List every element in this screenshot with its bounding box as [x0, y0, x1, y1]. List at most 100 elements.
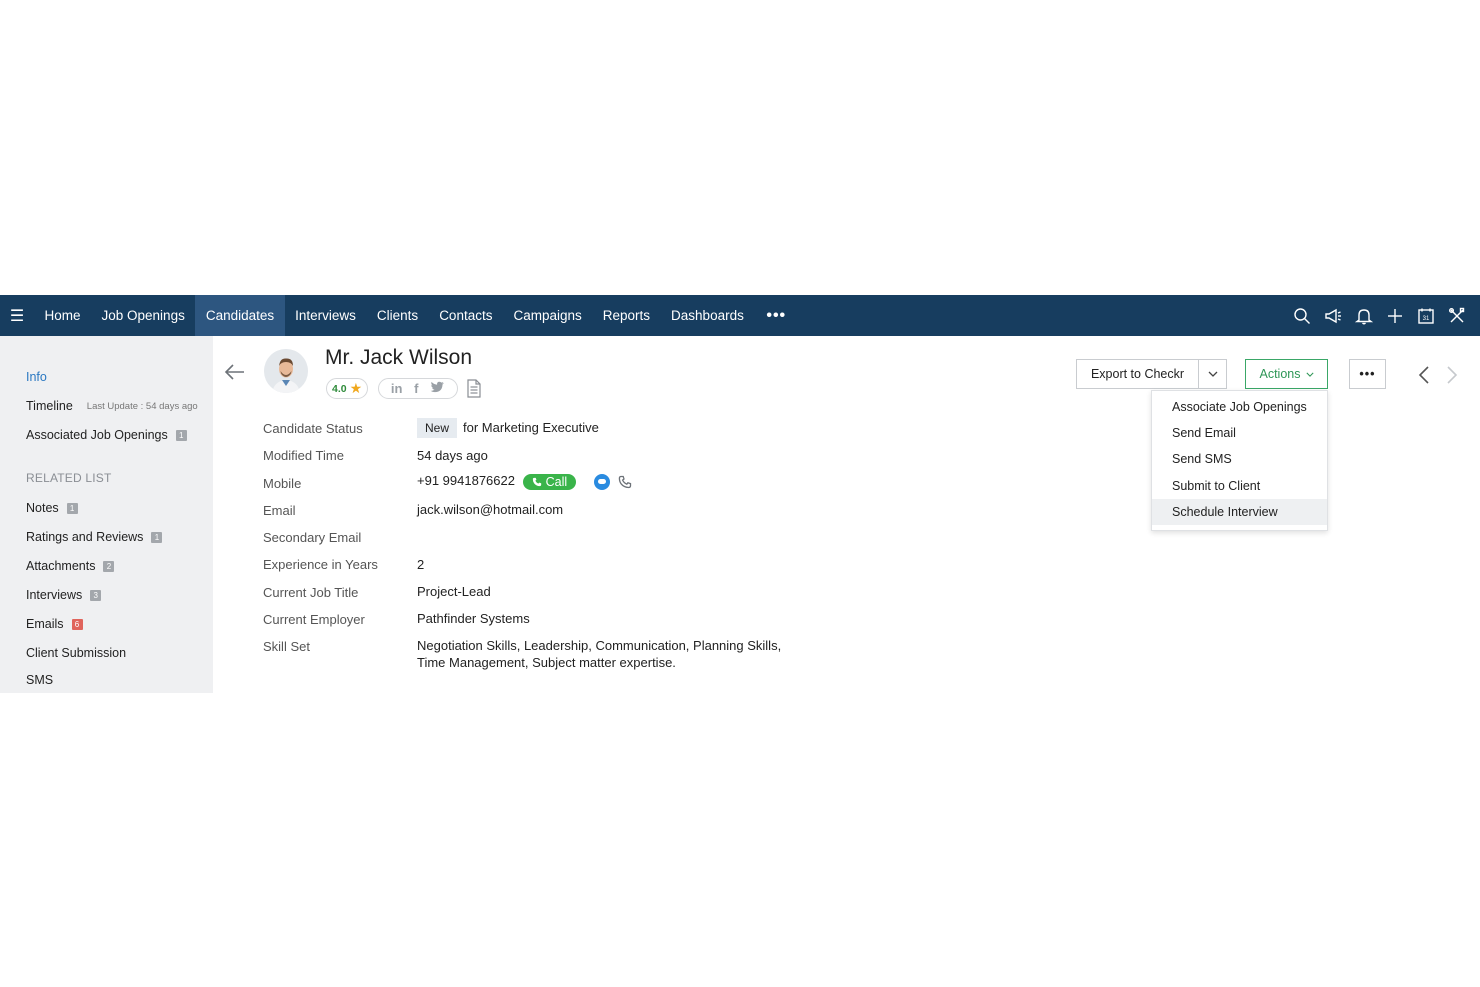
tab-job-openings[interactable]: Job Openings [91, 295, 195, 336]
count-badge: 1 [175, 429, 187, 441]
linkedin-icon[interactable]: in [391, 381, 403, 396]
sidebar-item-sms[interactable]: SMS [26, 673, 53, 687]
export-dropdown-button[interactable] [1198, 359, 1227, 389]
rating-value: 4.0 [332, 382, 347, 395]
more-options-button[interactable]: ••• [1349, 359, 1386, 389]
sidebar-item-emails[interactable]: Emails 6 [26, 617, 83, 631]
current-employer-value: Pathfinder Systems [417, 611, 530, 626]
experience-value: 2 [417, 557, 425, 572]
mobile-value: +91 9941876622 Call [417, 473, 632, 490]
sidebar-item-label: Ratings and Reviews [26, 530, 144, 544]
count-badge: 3 [90, 589, 102, 601]
menu-item-send-sms[interactable]: Send SMS [1152, 446, 1327, 472]
skill-set-line-1: Negotiation Skills, Leadership, Communic… [417, 638, 782, 653]
top-navigation-bar: ☰ Home Job Openings Candidates Interview… [0, 295, 1480, 336]
rating-badge[interactable]: 4.0 ★ [326, 378, 369, 399]
chevron-down-icon [1208, 371, 1217, 377]
menu-item-associate-job-openings[interactable]: Associate Job Openings [1152, 394, 1327, 420]
tools-icon[interactable] [1448, 307, 1466, 325]
nav-more-button[interactable]: ••• [754, 295, 798, 336]
twitter-icon[interactable] [430, 381, 445, 397]
modified-time-label: Modified Time [263, 448, 344, 463]
phone-icon[interactable] [618, 475, 632, 489]
sidebar-item-label: Notes [26, 501, 59, 515]
menu-icon[interactable]: ☰ [0, 295, 34, 336]
candidate-status-value: New for Marketing Executive [417, 418, 599, 438]
secondary-email-label: Secondary Email [263, 530, 362, 545]
skill-set-label: Skill Set [263, 639, 310, 654]
experience-label: Experience in Years [263, 557, 378, 572]
related-list-heading: RELATED LIST [26, 471, 112, 485]
status-badge: New [417, 418, 458, 438]
call-label: Call [545, 474, 568, 489]
sidebar-item-label: Interviews [26, 588, 83, 602]
count-badge: 1 [66, 502, 78, 514]
sidebar-item-interviews[interactable]: Interviews 3 [26, 588, 102, 602]
current-job-title-value: Project-Lead [417, 584, 491, 599]
current-job-title-label: Current Job Title [263, 585, 359, 600]
chat-icon[interactable] [593, 473, 610, 490]
current-employer-label: Current Employer [263, 612, 365, 627]
sidebar-item-attachments[interactable]: Attachments 2 [26, 559, 115, 573]
sidebar-item-label: Associated Job Openings [26, 428, 168, 442]
export-to-checkr-button[interactable]: Export to Checkr [1076, 359, 1199, 389]
plus-icon[interactable] [1386, 307, 1404, 325]
megaphone-icon[interactable] [1324, 307, 1342, 325]
candidate-name: Mr. Jack Wilson [325, 346, 473, 369]
bell-icon[interactable] [1355, 307, 1373, 325]
email-label: Email [263, 503, 296, 518]
sidebar-item-notes[interactable]: Notes 1 [26, 501, 78, 515]
sidebar-item-label: Attachments [26, 559, 96, 573]
menu-item-submit-to-client[interactable]: Submit to Client [1152, 473, 1327, 499]
count-badge: 6 [71, 618, 83, 630]
last-update-text: Last Update : 54 days ago [86, 400, 198, 412]
menu-item-send-email[interactable]: Send Email [1152, 420, 1327, 446]
candidate-status-label: Candidate Status [263, 421, 363, 436]
actions-label: Actions [1259, 367, 1301, 381]
call-button[interactable]: Call [522, 473, 577, 490]
nav-icon-group: 31 [1293, 295, 1466, 336]
count-badge: 2 [103, 560, 115, 572]
modified-time-value: 54 days ago [417, 448, 488, 463]
facebook-icon[interactable]: f [414, 381, 418, 396]
status-job-text: for Marketing Executive [463, 420, 599, 435]
sidebar-item-associated-job-openings[interactable]: Associated Job Openings 1 [26, 428, 187, 442]
tab-campaigns[interactable]: Campaigns [503, 295, 592, 336]
tab-candidates[interactable]: Candidates [195, 295, 285, 336]
calendar-day: 31 [1423, 316, 1430, 322]
skill-set-line-2: Time Management, Subject matter expertis… [417, 655, 676, 670]
sidebar-item-label: Emails [26, 617, 64, 631]
sidebar-item-timeline[interactable]: Timeline Last Update : 54 days ago [26, 399, 198, 413]
email-value[interactable]: jack.wilson@hotmail.com [417, 502, 563, 517]
resume-document-icon[interactable] [466, 379, 482, 398]
tab-contacts[interactable]: Contacts [429, 295, 503, 336]
sidebar-item-info[interactable]: Info [26, 370, 47, 384]
sidebar-item-client-submission[interactable]: Client Submission [26, 646, 126, 660]
sidebar-item-ratings-and-reviews[interactable]: Ratings and Reviews 1 [26, 530, 163, 544]
actions-button[interactable]: Actions [1245, 359, 1328, 389]
avatar [264, 349, 308, 393]
next-record-icon[interactable] [1445, 365, 1459, 385]
tab-home[interactable]: Home [34, 295, 91, 336]
chevron-down-icon [1305, 372, 1314, 377]
search-icon[interactable] [1293, 307, 1311, 325]
sidebar-item-label: SMS [26, 673, 54, 687]
calendar-icon[interactable]: 31 [1417, 307, 1435, 325]
tab-clients[interactable]: Clients [366, 295, 428, 336]
phone-icon [532, 477, 541, 486]
count-badge: 1 [151, 531, 163, 543]
tab-reports[interactable]: Reports [592, 295, 660, 336]
sidebar-item-label: Info [26, 370, 47, 384]
nav-tabs: Home Job Openings Candidates Interviews … [34, 295, 798, 336]
tab-interviews[interactable]: Interviews [285, 295, 367, 336]
sidebar: Info Timeline Last Update : 54 days ago … [0, 336, 213, 693]
previous-record-icon[interactable] [1417, 365, 1431, 385]
sidebar-item-label: Client Submission [26, 646, 127, 660]
back-arrow-icon[interactable] [224, 362, 246, 382]
sidebar-item-label: Timeline [26, 399, 73, 413]
menu-item-schedule-interview[interactable]: Schedule Interview [1152, 499, 1327, 525]
mobile-label: Mobile [263, 476, 302, 491]
star-icon: ★ [349, 380, 363, 396]
mobile-number: +91 9941876622 [417, 473, 515, 488]
tab-dashboards[interactable]: Dashboards [661, 295, 755, 336]
